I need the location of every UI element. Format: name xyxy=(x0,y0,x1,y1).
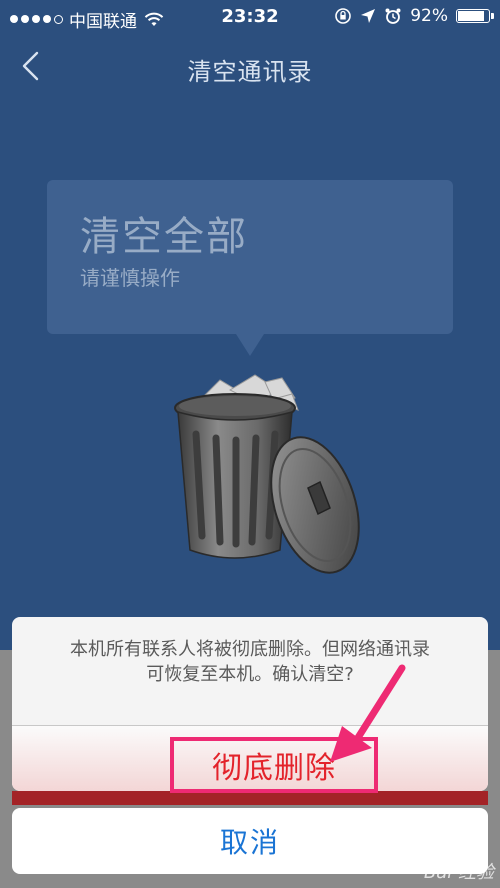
battery-percent: 92% xyxy=(410,6,448,26)
status-right: 92% xyxy=(334,6,494,26)
info-bubble: 清空全部 请谨慎操作 xyxy=(47,180,453,356)
bubble-title: 清空全部 xyxy=(80,214,248,260)
battery-icon xyxy=(456,9,494,23)
confirm-message-line-1: 本机所有联系人将被彻底删除。但网络通讯录 xyxy=(70,639,430,660)
trash-can-icon xyxy=(174,374,360,574)
red-strip xyxy=(12,791,488,805)
nav-bar: 清空通讯录 xyxy=(0,36,500,96)
annotation-arrow-icon xyxy=(330,664,406,762)
location-arrow-icon xyxy=(361,9,376,23)
rotation-lock-icon xyxy=(335,8,352,24)
bubble-subtitle: 请谨慎操作 xyxy=(80,266,180,290)
watermark: Bai 经验 xyxy=(423,862,494,883)
status-bar: 中国联通 23:32 92% xyxy=(0,0,500,36)
page-title: 清空通讯录 xyxy=(187,58,313,86)
battery-fill xyxy=(458,11,484,21)
alarm-icon xyxy=(385,8,401,24)
screen: 中国联通 23:32 92% 清空通讯录 清空全部 请谨慎操作 本机所有联系人将… xyxy=(0,0,500,888)
cancel-button[interactable]: 取消 xyxy=(12,808,488,874)
